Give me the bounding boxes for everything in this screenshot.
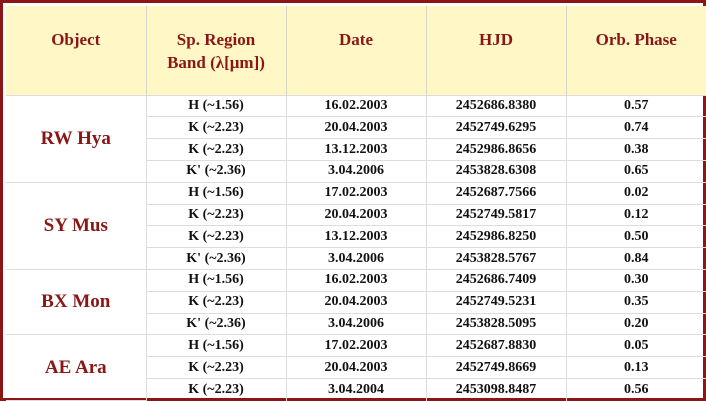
phase-cell: 0.30 <box>565 269 706 292</box>
band-cell: K' (~2.36) <box>145 247 287 270</box>
hjd-cell: 2452687.7566 <box>425 181 567 205</box>
hjd-cell: 2452749.8669 <box>425 356 567 380</box>
phase-cell: 0.13 <box>565 356 706 380</box>
date-cell: 17.02.2003 <box>285 181 427 205</box>
hjd-cell: 2453828.6308 <box>425 159 567 183</box>
phase-cell: 0.74 <box>565 116 706 140</box>
header-band-line2: Band (λ[μm]) <box>167 53 265 72</box>
date-cell: 20.04.2003 <box>285 116 427 140</box>
hjd-cell: 2452749.5231 <box>425 290 567 314</box>
header-phase: Orb. Phase <box>565 6 706 95</box>
hjd-cell: 2452687.8830 <box>425 334 567 358</box>
date-cell: 13.12.2003 <box>285 225 427 249</box>
hjd-cell: 2452986.8250 <box>425 225 567 249</box>
header-row: Object Sp. Region Band (λ[μm]) Date HJD … <box>6 6 706 95</box>
phase-cell: 0.20 <box>565 312 706 336</box>
date-cell: 3.04.2006 <box>285 247 427 270</box>
object-name-cell: BX Mon <box>6 268 147 336</box>
date-cell: 16.02.2003 <box>285 269 427 292</box>
date-cell: 20.04.2003 <box>285 290 427 314</box>
header-object: Object <box>6 6 147 95</box>
band-cell: K' (~2.36) <box>145 159 287 183</box>
band-cell: H (~1.56) <box>145 94 287 118</box>
phase-cell: 0.56 <box>565 378 706 401</box>
date-cell: 20.04.2003 <box>285 203 427 227</box>
date-cell: 3.04.2004 <box>285 378 427 401</box>
band-cell: K (~2.23) <box>145 116 287 140</box>
table-row: BX Mon H (~1.56) 16.02.2003 2452686.7409 0.3… <box>6 268 706 336</box>
object-name-cell: SY Mus <box>6 181 147 271</box>
hjd-cell: 2452749.5817 <box>425 203 567 227</box>
phase-cell: 0.57 <box>565 94 706 118</box>
hjd-cell: 2453828.5095 <box>425 312 567 336</box>
hjd-cell: 2453098.8487 <box>425 378 567 401</box>
hjd-cell: 2453828.5767 <box>425 247 567 270</box>
phase-cell: 0.38 <box>565 138 706 161</box>
date-cell: 16.02.2003 <box>285 94 427 118</box>
band-cell: K (~2.23) <box>145 203 287 227</box>
phase-cell: 0.65 <box>565 159 706 183</box>
phase-cell: 0.02 <box>565 181 706 205</box>
hjd-cell: 2452749.6295 <box>425 116 567 140</box>
hjd-cell: 2452686.7409 <box>425 269 567 292</box>
phase-cell: 0.84 <box>565 247 706 270</box>
phase-cell: 0.12 <box>565 203 706 227</box>
band-cell: H (~1.56) <box>145 269 287 292</box>
date-cell: 20.04.2003 <box>285 356 427 380</box>
band-cell: K (~2.23) <box>145 225 287 249</box>
date-cell: 3.04.2006 <box>285 312 427 336</box>
table-frame: Object Sp. Region Band (λ[μm]) Date HJD … <box>0 0 706 401</box>
observations-table: Object Sp. Region Band (λ[μm]) Date HJD … <box>6 6 706 401</box>
table-body: RW Hya H (~1.56) 16.02.2003 2452686.8380 0.5… <box>6 94 706 401</box>
table-row: RW Hya H (~1.56) 16.02.2003 2452686.8380 0.5… <box>6 94 706 183</box>
date-cell: 17.02.2003 <box>285 334 427 358</box>
phase-cell: 0.05 <box>565 334 706 358</box>
header-hjd: HJD <box>425 6 567 95</box>
object-name-cell: RW Hya <box>6 94 147 183</box>
phase-cell: 0.35 <box>565 290 706 314</box>
object-name-cell: AE Ara <box>6 334 147 401</box>
hjd-cell: 2452986.8656 <box>425 138 567 161</box>
date-cell: 3.04.2006 <box>285 159 427 183</box>
band-cell: K (~2.23) <box>145 378 287 401</box>
band-cell: H (~1.56) <box>145 334 287 358</box>
header-date: Date <box>285 6 427 95</box>
phase-cell: 0.50 <box>565 225 706 249</box>
band-cell: K (~2.23) <box>145 356 287 380</box>
band-cell: K (~2.23) <box>145 138 287 161</box>
band-cell: K' (~2.36) <box>145 312 287 336</box>
band-cell: K (~2.23) <box>145 290 287 314</box>
table-row: AE Ara H (~1.56) 17.02.2003 2452687.8830 0.0… <box>6 334 706 401</box>
band-cell: H (~1.56) <box>145 181 287 205</box>
table-row: SY Mus H (~1.56) 17.02.2003 2452687.7566 0.0… <box>6 181 706 271</box>
date-cell: 13.12.2003 <box>285 138 427 161</box>
header-band: Sp. Region Band (λ[μm]) <box>145 6 287 95</box>
header-band-line1: Sp. Region <box>176 30 256 49</box>
hjd-cell: 2452686.8380 <box>425 94 567 118</box>
table-header: Object Sp. Region Band (λ[μm]) Date HJD … <box>6 6 706 95</box>
